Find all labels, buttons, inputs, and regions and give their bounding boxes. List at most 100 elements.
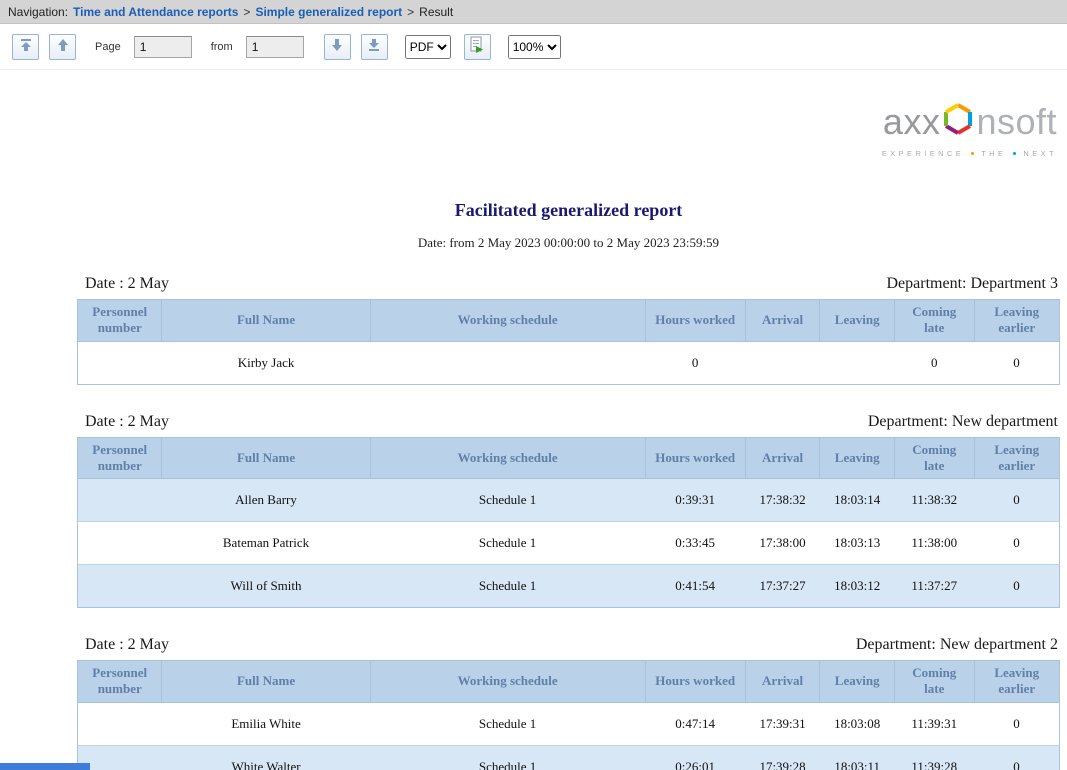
- table-cell: 0: [974, 341, 1059, 384]
- logo-text-left: axx: [883, 104, 941, 140]
- tagline-word: THE: [981, 149, 1006, 158]
- report-section: Date : 2 May Department: New department Pe…: [77, 413, 1060, 609]
- column-header: Full Name: [162, 300, 370, 342]
- table-cell: 0: [974, 565, 1059, 608]
- table-cell: 18:03:11: [820, 745, 895, 770]
- table-cell: 17:39:28: [745, 745, 820, 770]
- report-subtitle: Date: from 2 May 2023 00:00:00 to 2 May …: [77, 235, 1060, 251]
- table-cell: [78, 702, 162, 745]
- logo-text-right: nsoft: [976, 104, 1057, 140]
- table-cell: [370, 341, 645, 384]
- zoom-select[interactable]: 100%: [508, 35, 561, 59]
- table-cell: 11:39:28: [895, 745, 975, 770]
- column-header: Leaving earlier: [974, 437, 1059, 479]
- section-department-label: Department: New department 2: [856, 636, 1058, 654]
- tagline-dot-icon: [1013, 152, 1016, 155]
- table-cell: Schedule 1: [370, 522, 645, 565]
- table-cell: Schedule 1: [370, 745, 645, 770]
- table-cell: 0:26:01: [645, 745, 745, 770]
- section-date-label: Date : 2 May: [85, 413, 169, 431]
- first-page-button[interactable]: [12, 34, 39, 60]
- table-cell: [78, 745, 162, 770]
- table-row: Bateman PatrickSchedule 10:33:4517:38:00…: [78, 522, 1060, 565]
- table-cell: Schedule 1: [370, 479, 645, 522]
- report-table: Personnel numberFull NameWorking schedul…: [77, 299, 1060, 385]
- section-department-label: Department: Department 3: [887, 275, 1059, 293]
- table-cell: 18:03:12: [820, 565, 895, 608]
- nav-link-simple-generalized-report[interactable]: Simple generalized report: [255, 5, 402, 19]
- section-header: Date : 2 May Department: New department 2: [77, 636, 1060, 660]
- column-header: Working schedule: [370, 661, 645, 703]
- last-page-button[interactable]: [361, 34, 388, 60]
- table-row: Allen BarrySchedule 10:39:3117:38:3218:0…: [78, 479, 1060, 522]
- column-header: Leaving earlier: [974, 300, 1059, 342]
- table-cell: 18:03:08: [820, 702, 895, 745]
- section-header: Date : 2 May Department: New department: [77, 413, 1060, 437]
- from-label: from: [211, 41, 233, 53]
- column-header: Full Name: [162, 437, 370, 479]
- export-format-select[interactable]: PDF: [405, 35, 451, 59]
- column-header: Hours worked: [645, 437, 745, 479]
- table-cell: 0: [974, 702, 1059, 745]
- table-cell: 0: [974, 745, 1059, 770]
- table-row: Kirby Jack000: [78, 341, 1060, 384]
- tagline-word: NEXT: [1023, 149, 1057, 158]
- table-cell: [78, 341, 162, 384]
- table-cell: Schedule 1: [370, 702, 645, 745]
- column-header: Coming late: [895, 300, 975, 342]
- column-header: Coming late: [895, 437, 975, 479]
- report-table: Personnel numberFull NameWorking schedul…: [77, 437, 1060, 609]
- table-cell: Kirby Jack: [162, 341, 370, 384]
- column-header: Coming late: [895, 661, 975, 703]
- table-cell: [820, 341, 895, 384]
- page-number-input[interactable]: [134, 36, 192, 58]
- breadcrumb-separator: >: [243, 5, 250, 19]
- axxonsoft-logo: axx nsoft EXPERIENCE THE NEXT: [0, 102, 1057, 158]
- table-cell: 0:33:45: [645, 522, 745, 565]
- section-date-label: Date : 2 May: [85, 636, 169, 654]
- table-cell: Allen Barry: [162, 479, 370, 522]
- report-section: Date : 2 MayDepartment: Department 3Pers…: [77, 275, 1060, 385]
- column-header: Leaving: [820, 661, 895, 703]
- export-report-icon: [468, 36, 486, 57]
- arrow-up-icon: [56, 38, 70, 55]
- column-header: Leaving earlier: [974, 661, 1059, 703]
- export-button[interactable]: [464, 34, 491, 60]
- previous-page-button[interactable]: [49, 34, 76, 60]
- column-header: Full Name: [162, 661, 370, 703]
- table-cell: 17:38:00: [745, 522, 820, 565]
- table-cell: [78, 479, 162, 522]
- hexagon-logo-icon: [942, 102, 974, 142]
- next-page-button[interactable]: [324, 34, 351, 60]
- table-cell: Emilia White: [162, 702, 370, 745]
- table-cell: [745, 341, 820, 384]
- table-row: Emilia WhiteSchedule 10:47:1417:39:3118:…: [78, 702, 1060, 745]
- report-title: Facilitated generalized report: [77, 200, 1060, 221]
- report-toolbar: Page from PDF 100%: [0, 24, 1067, 70]
- table-cell: 0: [974, 522, 1059, 565]
- table-cell: 17:38:32: [745, 479, 820, 522]
- table-cell: 11:38:00: [895, 522, 975, 565]
- nav-link-time-attendance-reports[interactable]: Time and Attendance reports: [73, 5, 238, 19]
- logo-tagline: EXPERIENCE THE NEXT: [882, 149, 1057, 158]
- column-header: Personnel number: [78, 661, 162, 703]
- table-cell: 0: [974, 479, 1059, 522]
- report-table: Personnel numberFull NameWorking schedul…: [77, 660, 1060, 770]
- report-viewer: axx nsoft EXPERIENCE THE NEXT Facilitated …: [0, 102, 1067, 770]
- column-header: Hours worked: [645, 661, 745, 703]
- table-cell: 18:03:14: [820, 479, 895, 522]
- table-cell: 0:47:14: [645, 702, 745, 745]
- column-header: Leaving: [820, 437, 895, 479]
- table-cell: 11:39:31: [895, 702, 975, 745]
- table-row: White WalterSchedule 10:26:0117:39:2818:…: [78, 745, 1060, 770]
- breadcrumb: Navigation: Time and Attendance reports …: [0, 0, 1067, 24]
- horizontal-scrollbar-thumb[interactable]: [0, 763, 90, 770]
- tagline-word: EXPERIENCE: [882, 149, 964, 158]
- section-header: Date : 2 MayDepartment: Department 3: [77, 275, 1060, 299]
- column-header: Personnel number: [78, 300, 162, 342]
- page-count-input[interactable]: [246, 36, 304, 58]
- table-cell: 11:38:32: [895, 479, 975, 522]
- tagline-dot-icon: [971, 152, 974, 155]
- section-department-label: Department: New department: [868, 413, 1058, 431]
- breadcrumb-separator: >: [407, 5, 414, 19]
